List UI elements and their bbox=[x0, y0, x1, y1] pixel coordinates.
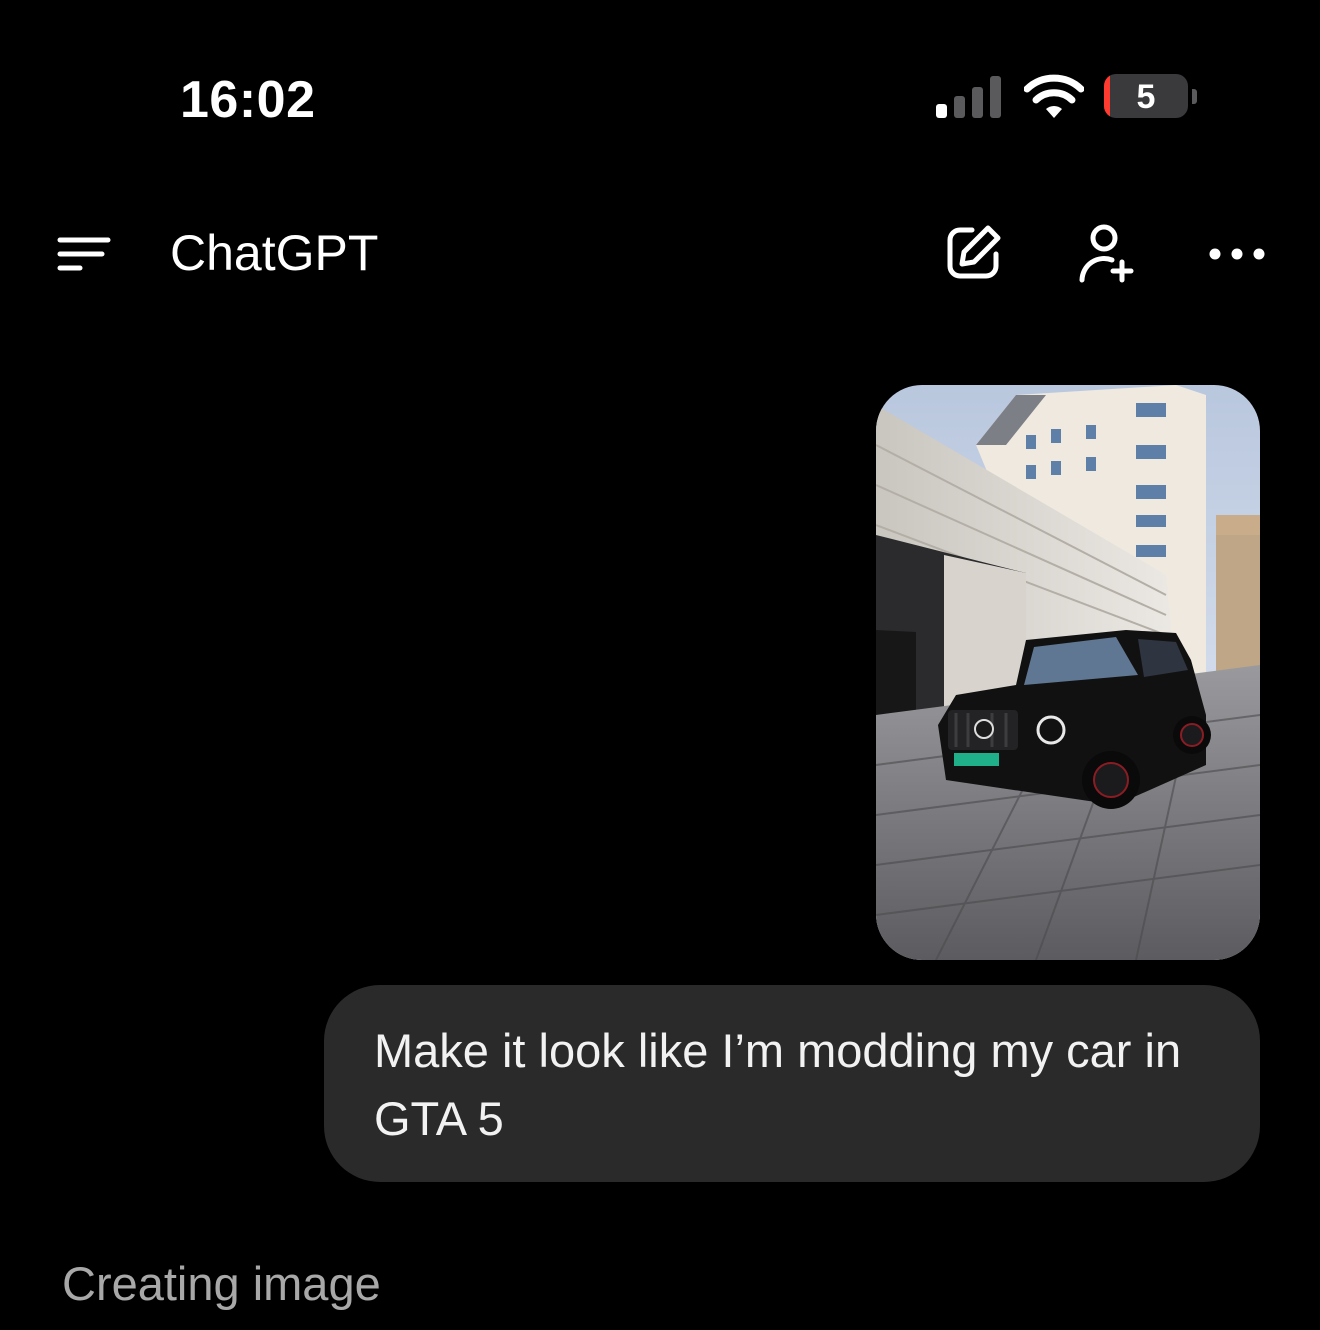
clock: 16:02 bbox=[180, 71, 316, 129]
app-title[interactable]: ChatGPT bbox=[170, 224, 378, 282]
user-message-text: Make it look like I’m modding my car in … bbox=[374, 1024, 1182, 1145]
more-icon[interactable] bbox=[1206, 226, 1268, 282]
assistant-status: Creating image bbox=[62, 1257, 381, 1310]
user-message-bubble: Make it look like I’m modding my car in … bbox=[324, 985, 1260, 1182]
battery-indicator: 5 bbox=[1104, 74, 1198, 120]
battery-body: 5 bbox=[1104, 74, 1188, 118]
cellular-signal-icon bbox=[936, 76, 1001, 118]
wifi-icon bbox=[1024, 74, 1084, 118]
attached-car-photo[interactable] bbox=[876, 385, 1260, 960]
new-chat-icon[interactable] bbox=[942, 222, 1004, 284]
battery-nub bbox=[1192, 89, 1197, 104]
add-user-icon[interactable] bbox=[1074, 222, 1136, 284]
menu-icon[interactable] bbox=[56, 234, 112, 274]
battery-level: 5 bbox=[1136, 78, 1156, 116]
